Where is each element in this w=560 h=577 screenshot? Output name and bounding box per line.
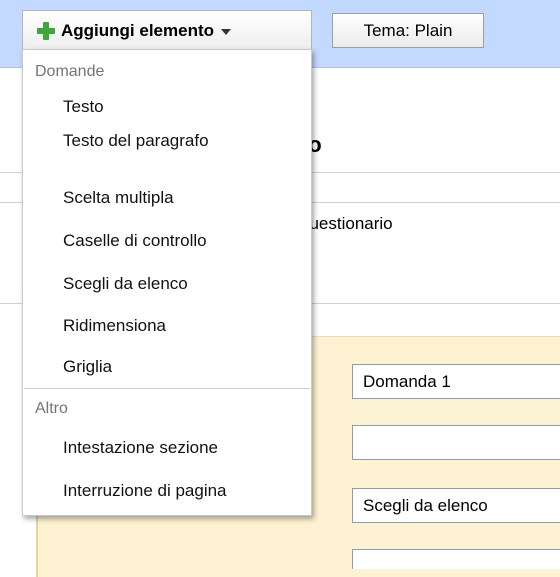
menu-item-multiple-choice[interactable]: Scelta multipla xyxy=(24,181,310,215)
menu-item-scale[interactable]: Ridimensiona xyxy=(24,309,310,343)
menu-item-checkboxes[interactable]: Caselle di controllo xyxy=(24,224,310,258)
plus-icon xyxy=(36,21,56,41)
menu-item-paragraph-text[interactable]: Testo del paragrafo xyxy=(24,124,310,158)
menu-separator xyxy=(24,388,310,389)
menu-group-header-other: Altro xyxy=(35,400,68,417)
question-help-input[interactable] xyxy=(352,425,560,460)
question-title-input[interactable]: Domanda 1 xyxy=(352,364,560,399)
menu-item-grid[interactable]: Griglia xyxy=(24,350,310,384)
question-next-input[interactable] xyxy=(352,549,560,569)
menu-group-header-questions: Domande xyxy=(35,63,105,80)
menu-item-section-header[interactable]: Intestazione sezione xyxy=(24,431,310,465)
menu-item-choose-from-list[interactable]: Scegli da elenco xyxy=(24,267,310,301)
add-item-label: Aggiungi elemento xyxy=(61,20,214,40)
add-item-button[interactable]: Aggiungi elemento xyxy=(22,10,312,50)
theme-button[interactable]: Tema: Plain xyxy=(332,13,484,48)
menu-item-page-break[interactable]: Interruzione di pagina xyxy=(24,474,310,508)
chevron-down-icon xyxy=(221,28,231,35)
add-item-menu: Domande Testo Testo del paragrafo Scelta… xyxy=(22,49,312,516)
form-description[interactable]: questionario xyxy=(300,214,393,234)
question-type-select[interactable]: Scegli da elenco xyxy=(352,488,560,523)
menu-item-text[interactable]: Testo xyxy=(24,90,310,124)
